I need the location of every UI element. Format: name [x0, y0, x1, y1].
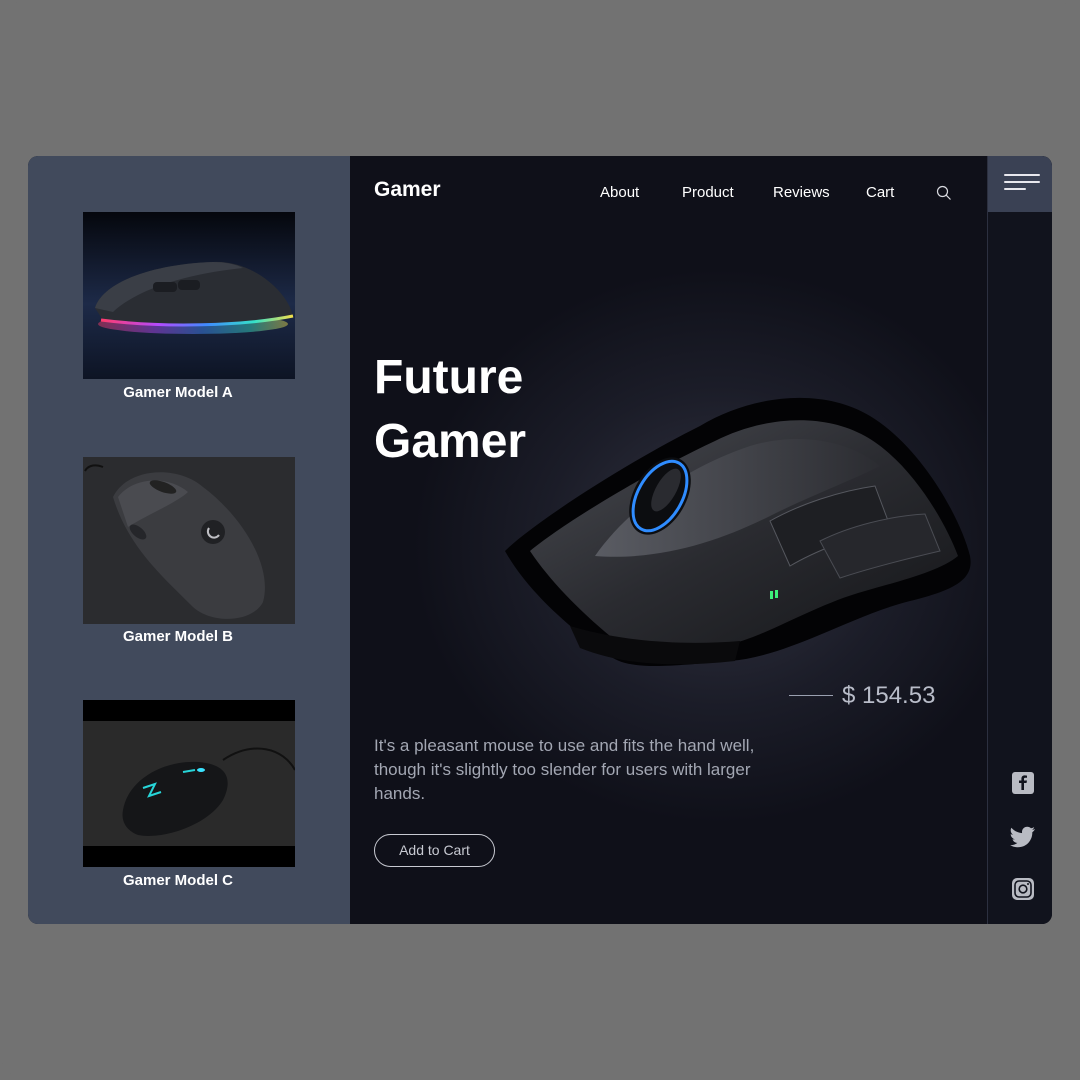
brand-logo[interactable]: Gamer: [374, 178, 441, 202]
product-list-sidebar: Gamer Model A Gamer Model B Gamer Model …: [28, 156, 350, 924]
twitter-icon[interactable]: [1010, 826, 1036, 848]
price-divider: [789, 695, 833, 696]
nav-item-product[interactable]: Product: [682, 184, 734, 201]
instagram-icon[interactable]: [1012, 878, 1034, 900]
product-price: $ 154.53: [842, 682, 936, 709]
product-name-c[interactable]: Gamer Model C: [83, 872, 273, 889]
nav-item-reviews[interactable]: Reviews: [773, 184, 830, 201]
product-thumb-b[interactable]: [83, 457, 295, 624]
product-page-card: Gamer Model A Gamer Model B Gamer Model …: [28, 156, 1052, 924]
hamburger-menu-icon[interactable]: [988, 156, 1052, 212]
search-icon[interactable]: [936, 185, 952, 201]
facebook-icon[interactable]: [1012, 772, 1034, 794]
add-to-cart-button[interactable]: Add to Cart: [374, 834, 495, 867]
hero-mouse-image: [505, 397, 971, 666]
product-description: It's a pleasant mouse to use and fits th…: [374, 736, 755, 803]
product-thumb-c[interactable]: [83, 700, 295, 867]
nav-item-about[interactable]: About: [600, 184, 639, 201]
nav-item-cart[interactable]: Cart: [866, 184, 894, 201]
product-thumb-a[interactable]: [83, 212, 295, 379]
product-name-a[interactable]: Gamer Model A: [83, 384, 273, 401]
product-name-b[interactable]: Gamer Model B: [83, 628, 273, 645]
right-rail: [987, 156, 1052, 924]
hero-section: Gamer About Product Reviews Cart Future …: [350, 156, 988, 924]
